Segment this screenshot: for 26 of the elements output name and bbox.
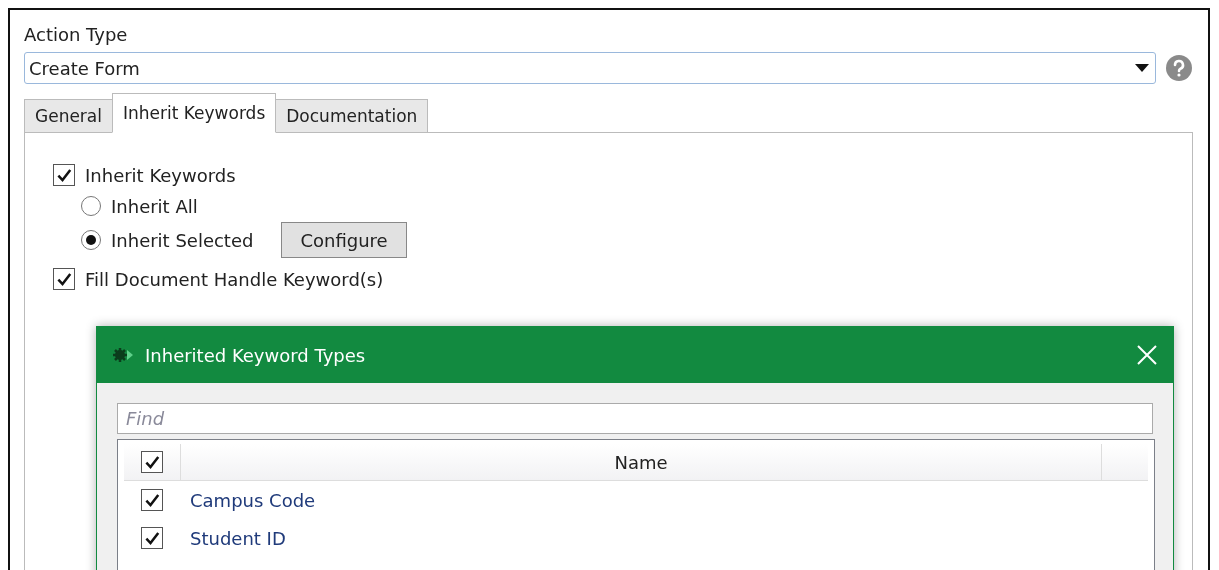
help-icon[interactable] xyxy=(1166,55,1192,81)
dialog-title: Inherited Keyword Types xyxy=(145,344,367,366)
checkbox[interactable] xyxy=(141,527,163,549)
radio-button[interactable] xyxy=(81,196,101,216)
checkbox-label: Fill Document Handle Keyword(s) xyxy=(85,268,384,290)
checkbox[interactable] xyxy=(53,164,75,186)
radio-label: Inherit Selected xyxy=(111,229,254,251)
keyword-name: Student ID xyxy=(189,527,286,549)
checkbox[interactable] xyxy=(141,451,163,473)
field-label: Action Type xyxy=(24,24,128,46)
radio-button[interactable] xyxy=(81,230,101,250)
close-button[interactable] xyxy=(1135,343,1159,367)
caret-icon xyxy=(1135,64,1149,72)
tab[interactable]: Documentation xyxy=(275,99,429,133)
find-field[interactable]: Find xyxy=(117,403,1153,434)
configure-button[interactable]: Configure xyxy=(281,222,407,258)
column-header[interactable]: Name xyxy=(614,451,668,473)
action-type-dropdown[interactable]: Create Form xyxy=(24,52,1156,84)
checkbox[interactable] xyxy=(53,268,75,290)
tab[interactable]: Inherit Keywords xyxy=(112,93,277,133)
checkbox[interactable] xyxy=(141,489,163,511)
gear-icon xyxy=(113,347,135,363)
checkbox-label: Inherit Keywords xyxy=(85,164,236,186)
radio-label: Inherit All xyxy=(111,195,198,217)
tab[interactable]: General xyxy=(24,99,113,133)
keyword-name: Campus Code xyxy=(189,489,316,511)
